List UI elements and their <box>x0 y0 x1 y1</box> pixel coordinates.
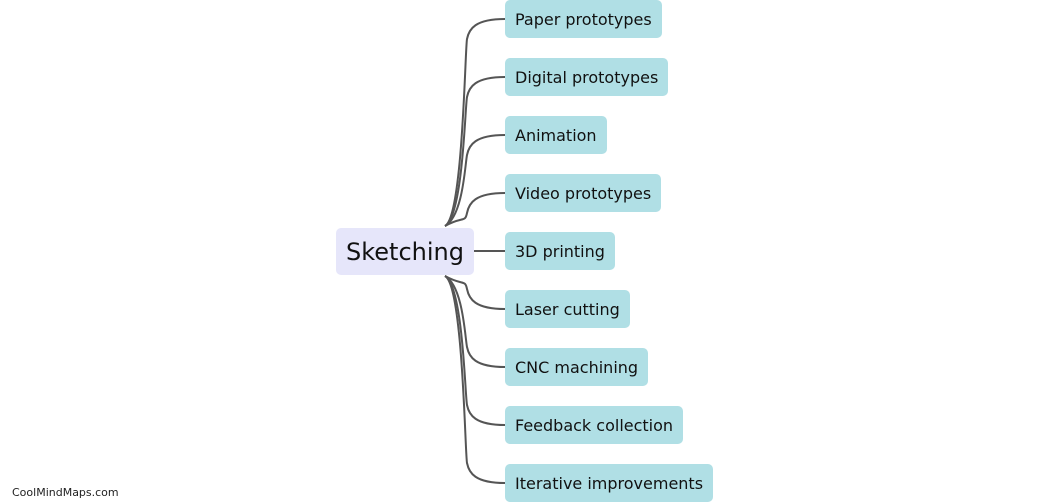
root-label: Sketching <box>346 237 464 266</box>
child-node[interactable]: Video prototypes <box>505 174 662 212</box>
child-node[interactable]: Digital prototypes <box>505 58 669 96</box>
child-label: Laser cutting <box>515 299 620 319</box>
child-label: Feedback collection <box>515 415 674 435</box>
child-label: 3D printing <box>515 241 605 261</box>
child-label: Digital prototypes <box>515 67 659 87</box>
child-label: Iterative improvements <box>515 473 704 493</box>
root-node[interactable]: Sketching <box>336 228 474 275</box>
child-label: Paper prototypes <box>515 9 652 29</box>
child-label: Video prototypes <box>515 183 652 203</box>
child-node[interactable]: Animation <box>505 116 607 154</box>
child-node[interactable]: Feedback collection <box>505 406 684 444</box>
connector-link <box>444 275 506 484</box>
child-node[interactable]: Paper prototypes <box>505 0 662 38</box>
child-label: Animation <box>515 125 597 145</box>
child-node[interactable]: 3D printing <box>505 232 615 270</box>
connector-link <box>444 18 506 227</box>
child-node[interactable]: CNC machining <box>505 348 649 386</box>
child-node[interactable]: Iterative improvements <box>505 464 714 502</box>
child-label: CNC machining <box>515 357 639 377</box>
child-node[interactable]: Laser cutting <box>505 290 630 328</box>
watermark: CoolMindMaps.com <box>12 486 119 499</box>
